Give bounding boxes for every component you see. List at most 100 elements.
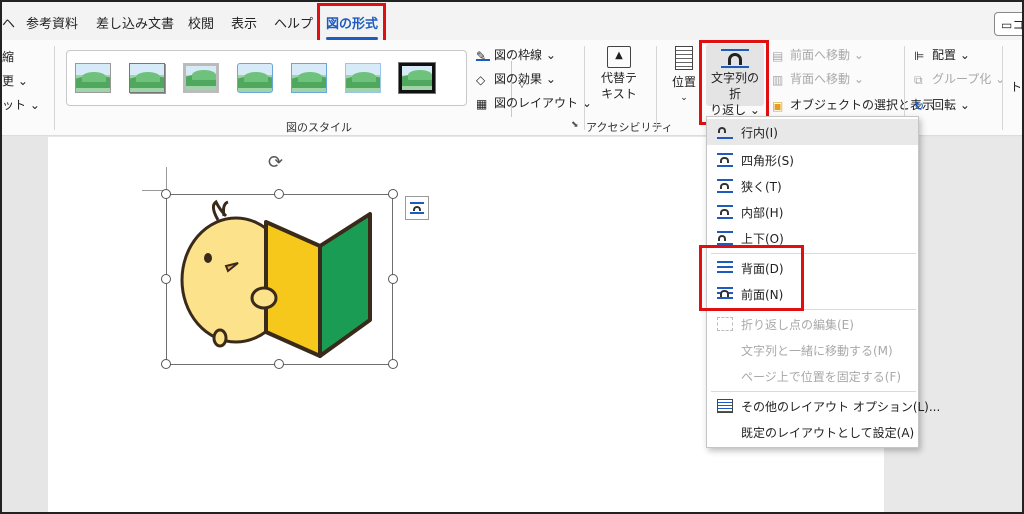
- rotate-icon: ↻: [914, 99, 925, 113]
- rotate-handle-icon[interactable]: ⟳: [268, 152, 283, 173]
- tab-mailings[interactable]: 差し込み文書: [96, 13, 174, 32]
- effects-icon: ◇: [476, 73, 486, 87]
- align-button[interactable]: ⊫ 配置 ⌄: [914, 46, 970, 63]
- comment-button[interactable]: ▭コ: [994, 12, 1024, 36]
- comment-icon: ▭: [1001, 18, 1013, 32]
- picture-styles-group-label: 図のスタイル: [286, 121, 352, 134]
- highlight-box-wrap-button: [699, 40, 769, 125]
- send-backward-button[interactable]: ▥ 背面へ移動 ⌄: [772, 70, 864, 87]
- menu-item-set-as-default[interactable]: 既定のレイアウトとして設定(A): [707, 419, 918, 445]
- tight-wrap-icon: [717, 179, 733, 193]
- resize-handle-n[interactable]: [274, 189, 284, 199]
- picture-layout-icon: ▦: [476, 97, 488, 111]
- picture-border-label: 図の枠線 ⌄: [494, 48, 556, 62]
- style-thumb-7[interactable]: [399, 63, 435, 93]
- menu-item-label: 行内(I): [741, 126, 778, 140]
- send-backward-label: 背面へ移動: [790, 72, 851, 86]
- tab-partial[interactable]: ヘ: [2, 13, 15, 32]
- bring-forward-button[interactable]: ▤ 前面へ移動 ⌄: [772, 46, 864, 63]
- position-icon: [675, 46, 693, 70]
- style-thumb-5[interactable]: [291, 63, 327, 93]
- tab-review[interactable]: 校閲: [188, 13, 214, 32]
- ribbon-separator: [584, 46, 585, 130]
- resize-handle-e[interactable]: [388, 274, 398, 284]
- style-thumb-4[interactable]: [237, 63, 273, 93]
- menu-item-label: 四角形(S): [741, 154, 794, 168]
- style-thumb-1[interactable]: [75, 63, 111, 93]
- through-wrap-icon: [717, 205, 733, 219]
- style-thumb-3[interactable]: [183, 63, 219, 93]
- picture-effects-label: 図の効果 ⌄: [494, 72, 556, 86]
- ribbon-separator: [54, 46, 55, 130]
- picture-border-button[interactable]: ✎ 図の枠線 ⌄: [476, 46, 556, 63]
- selection-box: [166, 194, 393, 365]
- inline-icon: [717, 125, 733, 139]
- menu-item-through[interactable]: 内部(H): [707, 199, 918, 225]
- chevron-down-icon: ⌄: [680, 93, 688, 103]
- menu-item-edit-wrap-points[interactable]: 折り返し点の編集(E): [707, 311, 918, 337]
- resize-handle-s[interactable]: [274, 359, 284, 369]
- menu-item-label: その他のレイアウト オプション(L)...: [741, 400, 941, 414]
- picture-layout-label: 図のレイアウト ⌄: [494, 96, 592, 110]
- rotate-label: 回転 ⌄: [932, 98, 970, 112]
- tab-references[interactable]: 参考資料: [26, 13, 78, 32]
- position-button[interactable]: 位置 ⌄: [664, 46, 704, 106]
- align-icon: ⊫: [914, 49, 925, 63]
- group-label: グループ化 ⌄: [932, 72, 1006, 86]
- alt-text-button[interactable]: ▲ 代替テ キスト: [596, 46, 642, 102]
- menu-separator: [711, 391, 916, 392]
- menu-item-label: 文字列と一緒に移動する(M): [741, 344, 893, 358]
- menu-item-tight[interactable]: 狭く(T): [707, 173, 918, 199]
- resize-handle-se[interactable]: [388, 359, 398, 369]
- rotate-button[interactable]: ↻ 回転 ⌄: [914, 96, 970, 113]
- tab-view[interactable]: 表示: [231, 13, 257, 32]
- accessibility-group-label: アクセシビリティ: [586, 121, 673, 134]
- selection-pane-icon: ▣: [772, 99, 784, 113]
- resize-handle-w[interactable]: [161, 274, 171, 284]
- ribbon-separator: [1002, 46, 1003, 130]
- bring-forward-label: 前面へ移動: [790, 48, 851, 62]
- bring-forward-icon: ▤: [772, 49, 784, 63]
- selection-pane-button[interactable]: ▣ オブジェクトの選択と表示: [772, 96, 934, 113]
- style-thumb-2[interactable]: [129, 63, 165, 93]
- menu-item-label: ページ上で位置を固定する(F): [741, 370, 902, 384]
- edit-wrap-points-icon: [717, 317, 733, 331]
- layout-options-icon: [717, 399, 733, 413]
- send-backward-icon: ▥: [772, 73, 784, 87]
- ribbon-tab-bar: ヘ 参考資料 差し込み文書 校閲 表示 ヘルプ 図の形式 ▭コ: [2, 2, 1024, 46]
- ribbon-partial-2[interactable]: 更 ⌄: [2, 72, 28, 89]
- menu-item-fix-position[interactable]: ページ上で位置を固定する(F): [707, 363, 918, 389]
- highlight-box-menu-items: [699, 245, 804, 311]
- selection-pane-label: オブジェクトの選択と表示: [790, 98, 935, 112]
- app-window: ヘ 参考資料 差し込み文書 校閲 表示 ヘルプ 図の形式 ▭コ 縮 更 ⌄ ット…: [0, 0, 1024, 514]
- top-bottom-wrap-icon: [717, 231, 733, 245]
- picture-layout-button[interactable]: ▦ 図のレイアウト ⌄: [476, 94, 592, 111]
- menu-item-more-layout-options[interactable]: その他のレイアウト オプション(L)...: [707, 393, 940, 419]
- ribbon-partial-1[interactable]: 縮: [2, 48, 14, 65]
- align-label: 配置 ⌄: [932, 48, 970, 62]
- layout-options-button[interactable]: [405, 196, 429, 220]
- comment-button-label: コ: [1012, 18, 1024, 32]
- resize-handle-nw[interactable]: [161, 189, 171, 199]
- pen-icon: ✎: [476, 49, 490, 63]
- tab-help[interactable]: ヘルプ: [274, 13, 313, 32]
- picture-styles-gallery: ▽: [66, 50, 526, 117]
- menu-item-label: 折り返し点の編集(E): [741, 318, 854, 332]
- group-button[interactable]: ⧉ グループ化 ⌄: [914, 70, 1005, 87]
- resize-handle-sw[interactable]: [161, 359, 171, 369]
- ribbon-partial-3[interactable]: ット ⌄: [2, 96, 40, 113]
- menu-item-label: 内部(H): [741, 206, 784, 220]
- resize-handle-ne[interactable]: [388, 189, 398, 199]
- menu-item-square[interactable]: 四角形(S): [707, 147, 918, 173]
- menu-item-inline[interactable]: 行内(I): [707, 119, 918, 145]
- position-label: 位置: [671, 75, 696, 89]
- group-icon: ⧉: [914, 73, 923, 87]
- ribbon-separator: [656, 46, 657, 130]
- style-thumb-6[interactable]: [345, 63, 381, 93]
- menu-item-move-with-text[interactable]: 文字列と一緒に移動する(M): [707, 337, 918, 363]
- menu-item-label: 既定のレイアウトとして設定(A): [741, 426, 915, 440]
- ribbon-partial-right[interactable]: ト: [1010, 78, 1022, 95]
- square-wrap-icon: [717, 153, 733, 167]
- picture-effects-button[interactable]: ◇ 図の効果 ⌄: [476, 70, 556, 87]
- dialog-launcher-icon[interactable]: ⬊: [571, 120, 579, 130]
